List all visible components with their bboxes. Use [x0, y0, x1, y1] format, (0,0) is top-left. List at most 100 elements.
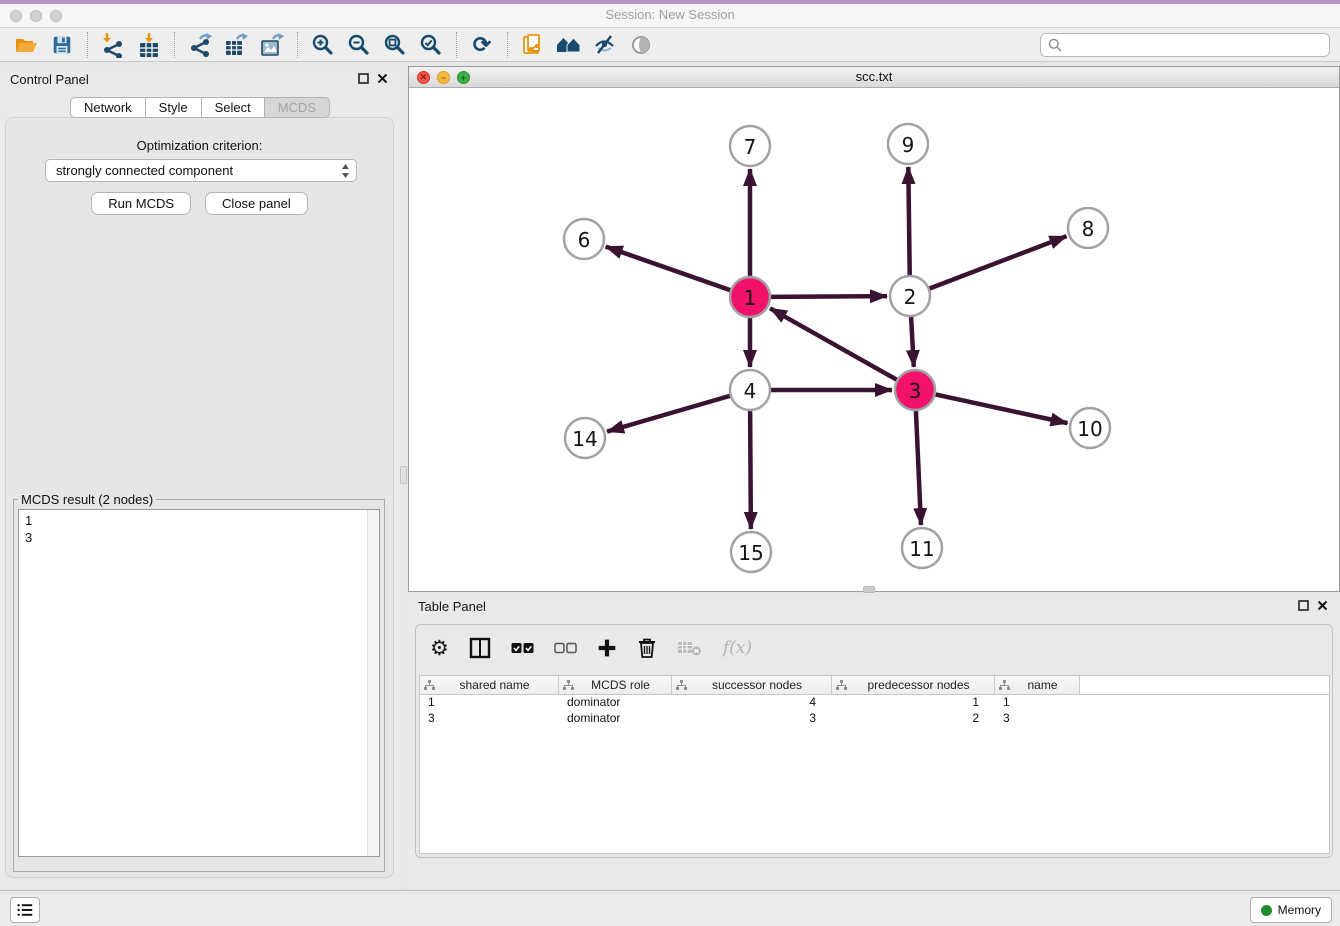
tab-mcds[interactable]: MCDS — [265, 97, 330, 118]
add-row-button[interactable] — [597, 638, 617, 658]
import-table-button[interactable] — [131, 30, 167, 60]
table-cell[interactable]: 1 — [832, 695, 995, 711]
save-session-button[interactable] — [44, 30, 80, 60]
graph-node-3[interactable]: 3 — [895, 370, 935, 410]
table-cell[interactable]: 1 — [995, 695, 1080, 711]
memory-button[interactable]: Memory — [1250, 897, 1332, 923]
graph-node-label: 14 — [572, 427, 597, 451]
graph-node-14[interactable]: 14 — [565, 418, 605, 458]
zoom-fit-button[interactable] — [377, 30, 413, 60]
graph-edge-1-2[interactable] — [771, 296, 887, 297]
graph-edge-2-3[interactable] — [911, 317, 914, 367]
graph-edge-3-11[interactable] — [916, 411, 921, 525]
column-header-predecessor-nodes[interactable]: predecessor nodes — [832, 676, 995, 694]
search-input[interactable] — [1063, 35, 1323, 55]
clone-network-button[interactable] — [515, 30, 551, 60]
graph-edge-4-14[interactable] — [607, 396, 730, 432]
panel-divider-grip[interactable] — [400, 466, 407, 484]
table-cell[interactable]: 2 — [832, 711, 995, 727]
table-cell[interactable]: 4 — [672, 695, 832, 711]
select-all-button[interactable] — [511, 642, 534, 654]
graph-node-2[interactable]: 2 — [890, 276, 930, 316]
graph-node-9[interactable]: 9 — [888, 124, 928, 164]
clone-network-icon — [520, 32, 546, 58]
view-mode-button[interactable] — [623, 30, 659, 60]
graph-edge-4-15[interactable] — [750, 411, 751, 529]
result-scrollbar[interactable] — [367, 510, 379, 856]
graph-node-11[interactable]: 11 — [902, 528, 942, 568]
tab-select[interactable]: Select — [202, 97, 265, 118]
refresh-view-button[interactable]: ⟳ — [464, 30, 500, 60]
float-panel-icon[interactable] — [358, 73, 369, 84]
graph-node-7[interactable]: 7 — [730, 126, 770, 166]
split-view-button[interactable] — [469, 637, 491, 659]
graph-node-1[interactable]: 1 — [730, 277, 770, 317]
table-cell[interactable]: 1 — [420, 695, 559, 711]
graph-node-15[interactable]: 15 — [731, 532, 771, 572]
node-table[interactable]: shared name MCDS rolesuccessor nodesprede… — [419, 675, 1330, 854]
column-header-successor-nodes[interactable]: successor nodes — [672, 676, 832, 694]
import-network-button[interactable] — [95, 30, 131, 60]
mcds-result-group: MCDS result (2 nodes) 13 — [13, 492, 385, 872]
criterion-dropdown[interactable]: strongly connected component — [45, 159, 357, 182]
run-mcds-button[interactable]: Run MCDS — [91, 192, 191, 215]
float-table-panel-icon[interactable] — [1298, 600, 1309, 611]
graph-node-label: 2 — [904, 285, 917, 309]
delete-row-button[interactable] — [637, 637, 657, 659]
column-edit-icon[interactable] — [676, 680, 687, 691]
zoom-out-button[interactable] — [341, 30, 377, 60]
search-field[interactable] — [1040, 33, 1330, 57]
column-header-filler — [1080, 676, 1329, 694]
tab-network[interactable]: Network — [70, 97, 146, 118]
zoom-out-icon — [347, 33, 371, 57]
network-window-titlebar[interactable]: ✕ − + scc.txt — [409, 67, 1339, 88]
graph-node-8[interactable]: 8 — [1068, 208, 1108, 248]
export-table-button[interactable] — [218, 30, 254, 60]
graph-edge-3-1[interactable] — [770, 308, 897, 379]
table-row[interactable]: 3dominator323 — [420, 711, 1329, 727]
checked-boxes-icon — [511, 642, 534, 654]
mcds-result-textarea[interactable]: 13 — [18, 509, 380, 857]
optimization-criterion-label: Optimization criterion: — [6, 138, 393, 153]
graph-edge-2-8[interactable] — [930, 236, 1067, 288]
table-row[interactable]: 1dominator411 — [420, 695, 1329, 711]
open-session-button[interactable] — [8, 30, 44, 60]
network-hscrollbar[interactable] — [863, 586, 875, 593]
toggle-visibility-button[interactable] — [587, 30, 623, 60]
table-cell[interactable]: dominator — [559, 711, 672, 727]
graph-node-10[interactable]: 10 — [1070, 408, 1110, 448]
close-panel-button[interactable]: Close panel — [205, 192, 308, 215]
function-builder-button[interactable]: f(x) — [723, 638, 752, 658]
task-history-button[interactable] — [10, 897, 40, 923]
column-edit-icon[interactable] — [999, 680, 1010, 691]
column-edit-icon[interactable] — [836, 680, 847, 691]
home-view-button[interactable] — [551, 30, 587, 60]
table-settings-button[interactable]: ⚙ — [430, 638, 449, 659]
table-cell[interactable]: 3 — [672, 711, 832, 727]
tab-style[interactable]: Style — [146, 97, 202, 118]
column-edit-icon[interactable] — [563, 680, 574, 691]
zoom-selected-button[interactable] — [413, 30, 449, 60]
column-edit-icon[interactable] — [424, 680, 435, 691]
close-panel-icon[interactable] — [377, 73, 388, 84]
deselect-all-button[interactable] — [554, 642, 577, 654]
table-cell[interactable]: 3 — [420, 711, 559, 727]
close-table-panel-icon[interactable] — [1317, 600, 1328, 611]
graph-node-4[interactable]: 4 — [730, 370, 770, 410]
column-header-shared-name[interactable]: shared name — [420, 676, 559, 694]
export-network-button[interactable] — [182, 30, 218, 60]
control-panel-title: Control Panel — [10, 72, 89, 87]
table-cell[interactable]: dominator — [559, 695, 672, 711]
column-header-label: shared name — [435, 678, 554, 692]
network-canvas[interactable]: 7 9 6 8 1 2 4 3 14 10 15 11 — [409, 88, 1339, 591]
column-header-MCDS-role[interactable]: MCDS role — [559, 676, 672, 694]
table-cell[interactable]: 3 — [995, 711, 1080, 727]
graph-edge-1-6[interactable] — [606, 247, 730, 290]
column-header-name[interactable]: name — [995, 676, 1080, 694]
graph-edge-2-9[interactable] — [908, 167, 909, 275]
zoom-in-button[interactable] — [305, 30, 341, 60]
graph-node-6[interactable]: 6 — [564, 219, 604, 259]
graph-edge-3-10[interactable] — [936, 394, 1068, 423]
export-image-button[interactable] — [254, 30, 290, 60]
delete-table-button[interactable] — [677, 639, 703, 657]
